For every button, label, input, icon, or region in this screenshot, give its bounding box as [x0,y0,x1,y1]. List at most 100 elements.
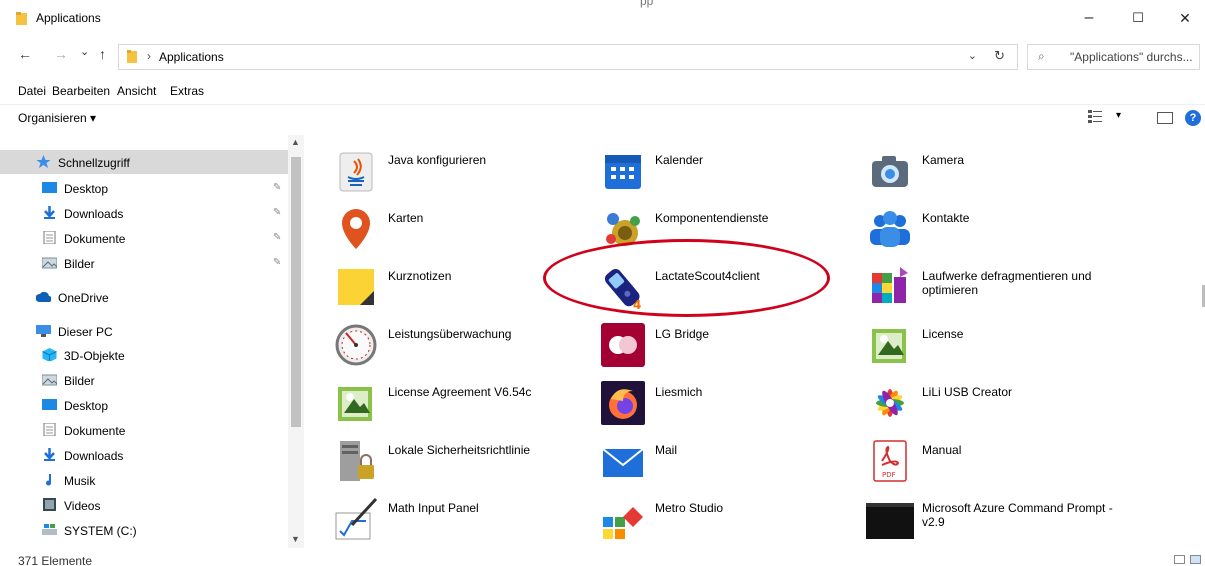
app-tile[interactable]: LG Bridge [591,315,859,371]
back-button[interactable]: ← [18,46,32,62]
app-tile[interactable]: Microsoft Azure Command Prompt - v2.9 [858,489,1126,545]
app-label: LactateScout4client [655,269,760,283]
nav-item[interactable]: Downloads ✎ [0,201,288,225]
large-icons-view-icon[interactable] [1190,555,1201,564]
breadcrumb-applications[interactable]: Applications [159,50,224,64]
refresh-button[interactable]: ↻ [994,48,1005,64]
nav-item[interactable]: Dokumente ✎ [0,226,288,250]
menu-extras[interactable]: Extras [170,84,204,98]
app-tile[interactable]: 4 LactateScout4client [591,257,859,313]
nav-item[interactable]: Desktop [0,393,288,417]
app-label: Java konfigurieren [388,153,487,167]
app-tile[interactable]: Leistungsüberwachung [324,315,592,371]
scroll-up-arrow[interactable]: ▲ [291,137,300,147]
nav-scrollbar[interactable]: ▲ ▼ [288,135,304,548]
nav-item[interactable]: 3D-Objekte [0,343,288,367]
breadcrumb-separator: › [147,49,151,63]
help-icon[interactable]: ? [1185,110,1201,126]
sticky-notes-icon [338,269,374,305]
app-tile[interactable]: Laufwerke defragmentieren und optimieren [858,257,1126,313]
drive-icon [42,524,57,535]
app-tile[interactable]: LiLi USB Creator [858,373,1126,429]
address-bar[interactable]: › Applications ⌄ ↻ [118,44,1018,70]
math-pen-icon [335,497,378,540]
app-tile[interactable]: License [858,315,1126,371]
nav-item[interactable]: Bilder ✎ [0,251,288,275]
nav-item-label: Dokumente [64,424,126,438]
nav-item[interactable]: Downloads [0,443,288,467]
lactate-meter-icon: 4 [604,268,641,311]
app-tile[interactable]: Kontakte [858,199,1126,255]
view-options-icon[interactable] [1088,110,1102,123]
pin-icon[interactable]: ✎ [273,232,281,243]
pin-icon[interactable]: ✎ [273,257,281,268]
app-label: Laufwerke defragmentieren und optimieren [922,269,1092,297]
search-input[interactable]: ⌕ "Applications" durchs... [1027,44,1200,70]
app-tile[interactable]: Kalender [591,141,859,197]
nav-item-label: Downloads [64,449,124,463]
app-tile[interactable]: Java konfigurieren [324,141,592,197]
view-dropdown-button[interactable]: ▾ [1116,110,1121,121]
nav-item-label: OneDrive [58,291,109,305]
app-label: Lokale Sicherheitsrichtlinie [388,443,531,457]
nav-scrollbar-thumb[interactable] [291,157,301,427]
pin-icon[interactable]: ✎ [273,207,281,218]
nav-item[interactable]: Desktop ✎ [0,176,288,200]
calendar-icon [605,155,641,189]
details-view-icon[interactable] [1174,555,1185,564]
nav-item[interactable]: Videos [0,493,288,517]
app-label: LiLi USB Creator [922,385,1013,399]
menu-datei[interactable]: Datei [18,84,46,98]
maximize-button[interactable]: ☐ [1123,8,1153,28]
app-tile[interactable]: Math Input Panel [324,489,592,545]
nav-item[interactable]: Dokumente [0,418,288,442]
recent-locations-button[interactable]: ⌄ [80,45,89,58]
nav-item[interactable]: SYSTEM (C:) [0,518,288,542]
nav-item[interactable]: OneDrive [0,285,288,309]
nav-item[interactable]: Musik [0,468,288,492]
folder-icon [16,12,27,25]
download-icon [44,206,55,219]
app-tile[interactable]: Karten [324,199,592,255]
metro-studio-icon [603,507,643,539]
app-label: Kontakte [922,211,970,225]
app-label: Komponentendienste [655,211,769,225]
app-tile[interactable]: Lokale Sicherheitsrichtlinie [324,431,592,487]
app-label: Kamera [922,153,965,167]
gauge-icon [335,324,377,366]
preview-pane-icon[interactable] [1157,112,1173,124]
forward-button[interactable]: → [54,46,68,62]
organize-button[interactable]: Organisieren ▾ [18,111,96,125]
item-count: 371 Elemente [18,554,93,566]
app-tile[interactable]: Kamera [858,141,1126,197]
nav-item-label: SYSTEM (C:) [64,524,137,538]
close-button[interactable]: ✕ [1170,8,1200,28]
app-tile[interactable]: Liesmich [591,373,859,429]
app-label: Manual [922,443,962,457]
download-icon [44,448,55,461]
firefox-icon [601,381,645,425]
up-button[interactable]: ↑ [99,46,106,62]
desktop-icon [42,182,57,193]
scroll-down-arrow[interactable]: ▼ [291,534,300,544]
menu-ansicht[interactable]: Ansicht [117,84,156,98]
address-dropdown-button[interactable]: ⌄ [968,49,977,62]
app-tile[interactable]: Komponentendienste [591,199,859,255]
address-row: ← → ⌄ ↑ › Applications ⌄ ↻ ⌕ "Applicatio… [0,40,1205,74]
nav-item[interactable]: Bilder [0,368,288,392]
nav-item[interactable]: Schnellzugriff [0,150,288,174]
nav-item[interactable]: Dieser PC [0,319,288,343]
content-scrollbar[interactable] [1196,135,1205,548]
app-label: License [922,327,964,341]
pin-icon[interactable]: ✎ [273,182,281,193]
app-tile[interactable]: License Agreement V6.54c [324,373,592,429]
app-tile[interactable]: Mail [591,431,859,487]
nav-item-label: Bilder [64,374,95,388]
minimize-button[interactable]: – [1074,8,1104,28]
menu-bearbeiten[interactable]: Bearbeiten [52,84,110,98]
app-tile[interactable]: PDF Manual [858,431,1126,487]
folder-icon [127,50,137,63]
app-tile[interactable]: Kurznotizen [324,257,592,313]
title-bar: Applications pp – ☐ ✕ [0,0,1205,36]
app-tile[interactable]: Metro Studio [591,489,859,545]
